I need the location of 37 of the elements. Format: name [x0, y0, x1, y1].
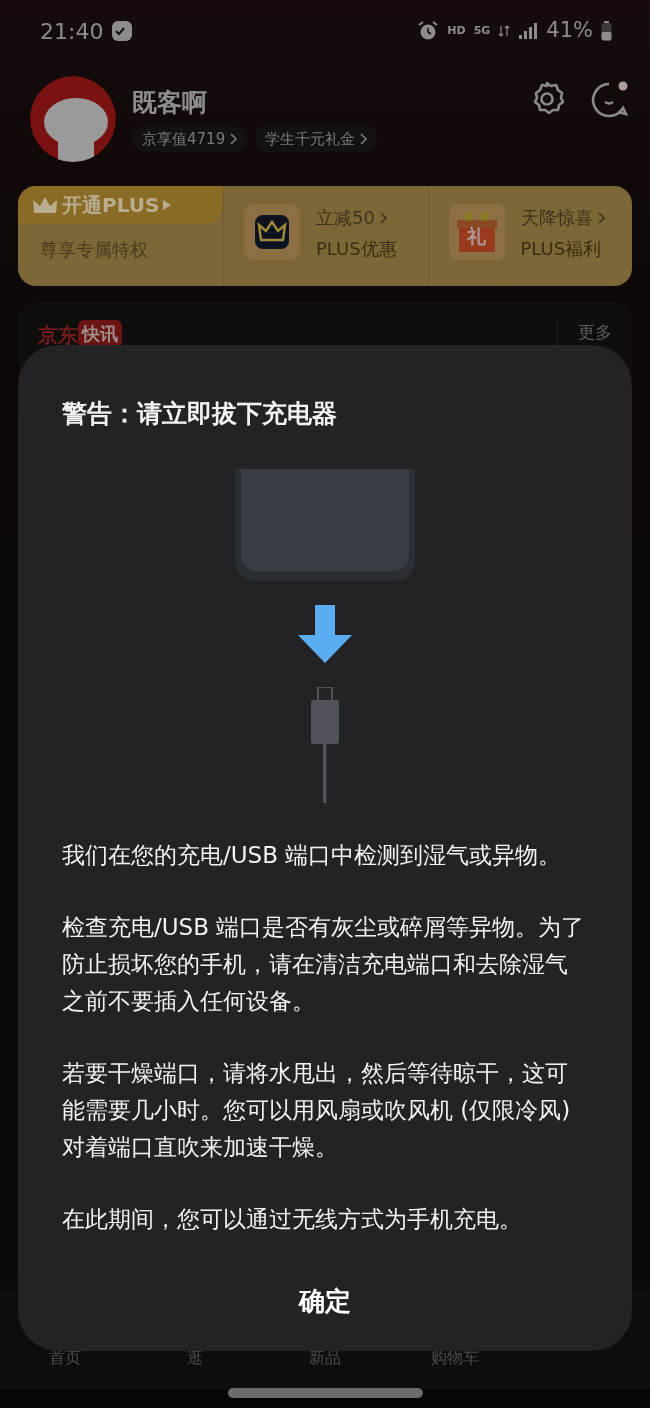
chevron-icon	[229, 132, 238, 145]
status-time: 21:40	[40, 17, 104, 46]
gift-label: 礼	[467, 224, 486, 249]
message-icon[interactable]	[590, 80, 630, 120]
play-icon	[163, 200, 172, 210]
offer-subtitle: PLUS优惠	[316, 237, 397, 261]
avatar[interactable]	[30, 76, 116, 162]
alarm-icon	[417, 20, 440, 42]
offer-subtitle: PLUS福利	[520, 237, 603, 261]
profile-chip[interactable]: 学生千元礼金	[255, 125, 378, 152]
open-plus-tab[interactable]: 开通PLUS	[18, 186, 223, 224]
confirm-button[interactable]: 确定	[269, 1276, 381, 1327]
network-indicator: 5G	[473, 22, 491, 39]
chevron-icon	[359, 132, 368, 145]
news-brand: 京东	[38, 322, 78, 349]
chevron-icon	[596, 211, 605, 224]
dialog-paragraph: 我们在您的充电/USB 端口中检测到湿气或异物。	[62, 840, 563, 870]
profile-chip[interactable]: 京享值4719	[132, 125, 248, 152]
dialog-title: 警告：请立即拔下充电器	[62, 398, 338, 430]
battery-percent: 41%	[546, 17, 593, 45]
notification-icon	[111, 20, 134, 42]
chevron-icon	[378, 211, 387, 224]
dialog-paragraph: 若要干燥端口，请将水甩出，然后等待晾干，这可能需要几小时。您可以用风扇或吹风机 (仅限冷风) 对着端口直吹来加速干燥。	[62, 1058, 572, 1162]
data-arrows-icon	[498, 25, 511, 37]
news-tag: 快讯	[78, 320, 122, 347]
crown-icon	[32, 195, 58, 215]
offer-title[interactable]: 天降惊喜	[520, 204, 605, 231]
profile-name: 既客啊	[132, 87, 208, 119]
down-arrow-icon	[298, 604, 352, 663]
battery-icon	[601, 21, 612, 41]
crown-icon	[244, 204, 300, 260]
dialog-paragraph: 在此期间，您可以通过无线方式为手机充电。	[62, 1204, 523, 1234]
network-indicator: HD	[447, 22, 466, 39]
signal-icon	[518, 22, 539, 40]
offer-title[interactable]: 立减50	[316, 204, 397, 231]
dialog-paragraph: 检查充电/USB 端口是否有灰尘或碎屑等异物。为了防止损坏您的手机，请在清洁充电端口和去除湿气之前不要插入任何设备。	[62, 912, 586, 1016]
gift-icon	[454, 210, 499, 254]
